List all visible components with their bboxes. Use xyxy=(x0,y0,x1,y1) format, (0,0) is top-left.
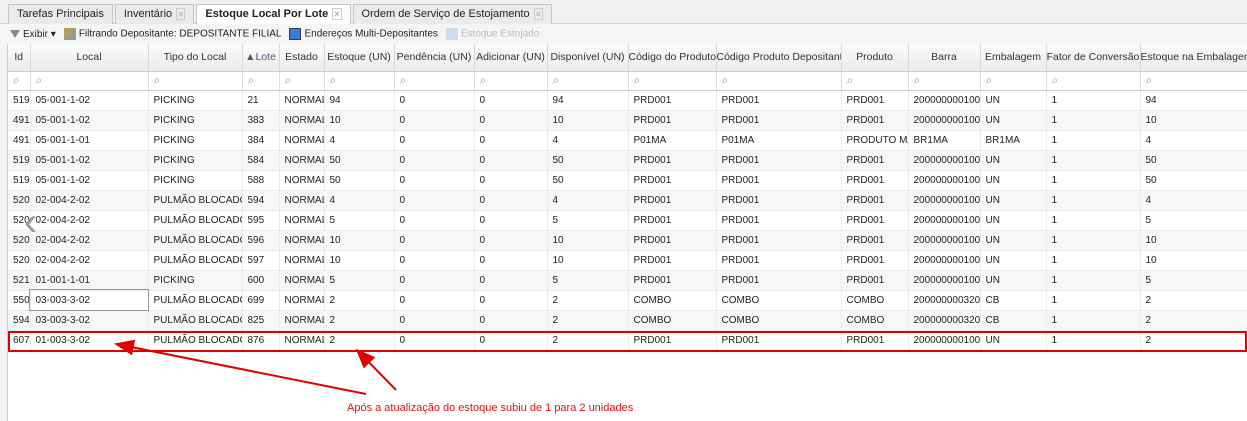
annotation-text: Após a atualização do estoque subiu de 1… xyxy=(347,402,634,414)
arrow-to-local xyxy=(114,339,367,395)
annotation-arrows xyxy=(114,339,397,395)
arrow-to-estoque xyxy=(355,348,397,391)
